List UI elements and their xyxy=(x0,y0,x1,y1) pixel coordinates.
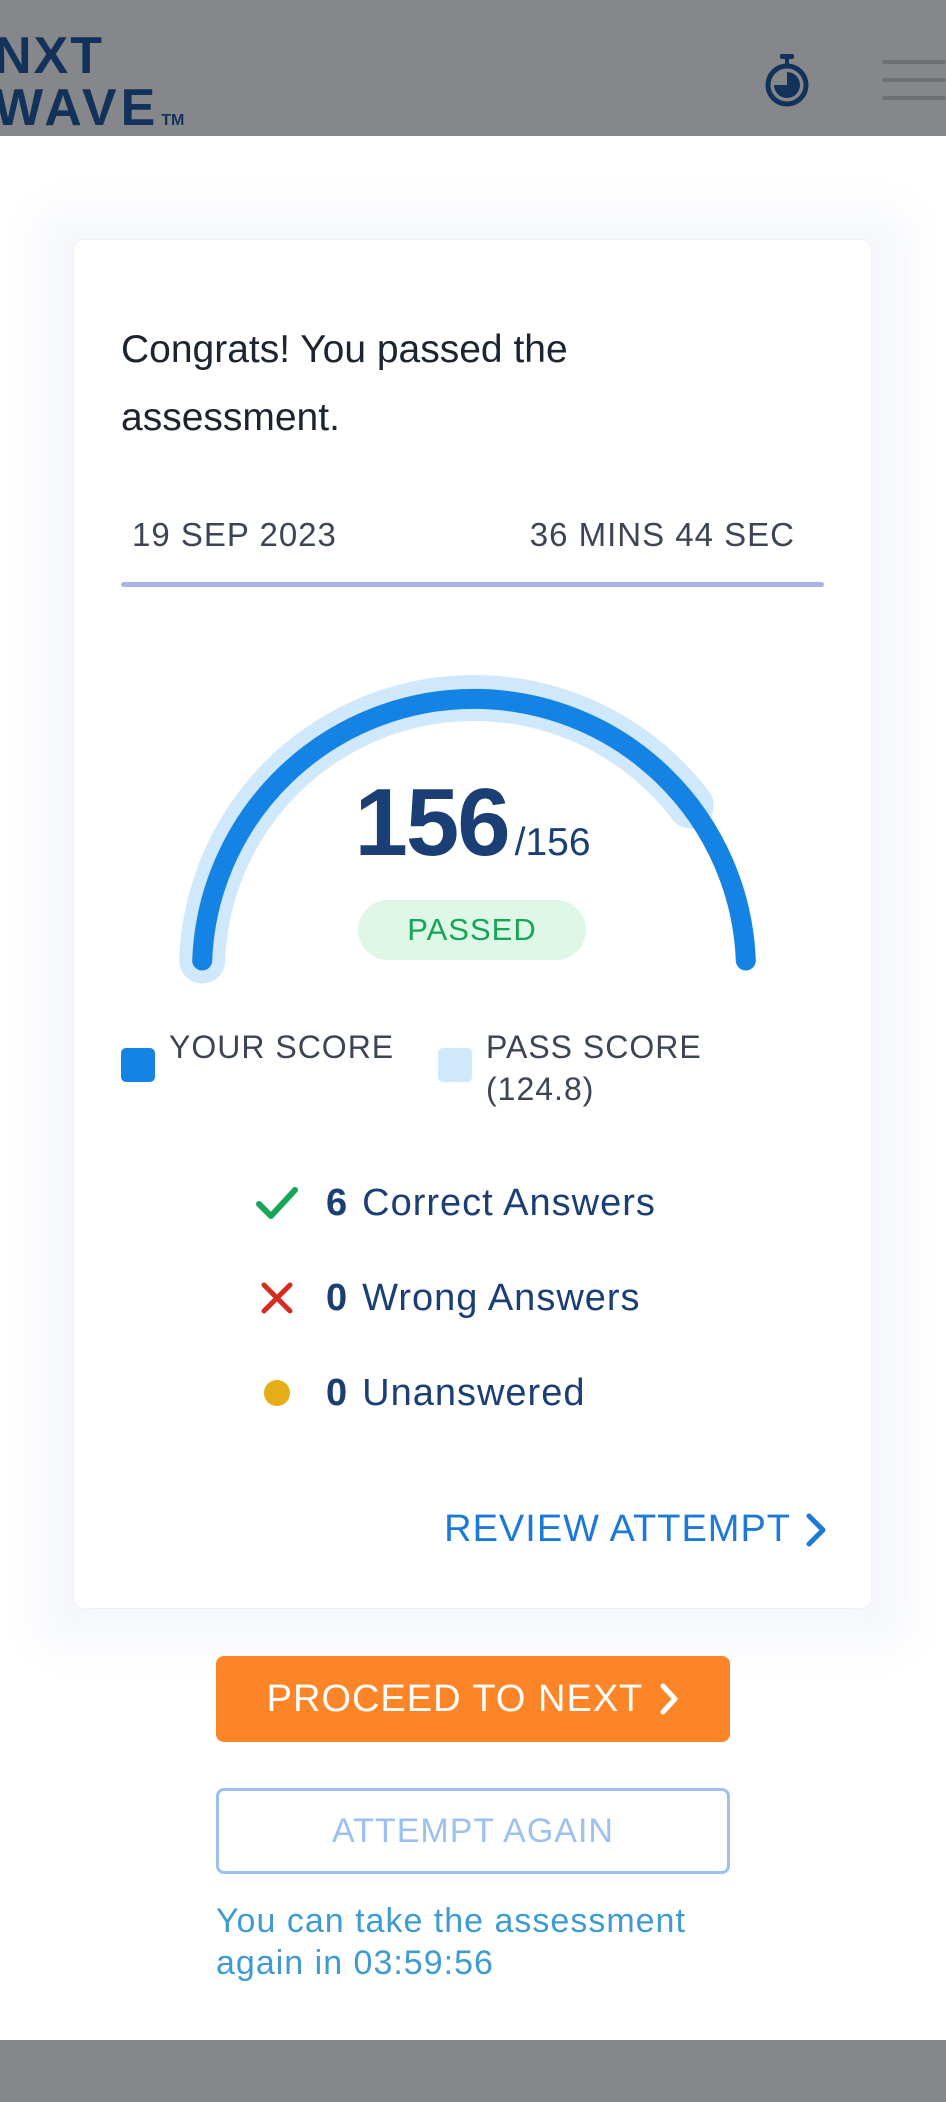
stopwatch-icon[interactable] xyxy=(760,52,814,108)
attempt-duration: 36 MINS 44 SEC xyxy=(529,516,795,553)
chevron-right-icon xyxy=(660,1683,678,1715)
score-value: 156 xyxy=(354,769,510,876)
check-icon xyxy=(254,1180,300,1226)
correct-label: Correct Answers xyxy=(362,1181,656,1224)
dot-icon xyxy=(254,1370,300,1416)
legend-your-score-label: YOUR SCORE xyxy=(169,1029,395,1065)
proceed-label: PROCEED TO NEXT xyxy=(266,1677,644,1720)
logo-line1: NXT xyxy=(0,27,104,85)
stat-unanswered: 0 Unanswered xyxy=(254,1370,585,1416)
cross-icon xyxy=(254,1275,300,1321)
review-attempt-link[interactable]: REVIEW ATTEMPT xyxy=(444,1508,827,1551)
hamburger-menu-icon[interactable] xyxy=(882,58,946,102)
wrong-label: Wrong Answers xyxy=(362,1276,641,1319)
legend-pass-score-label: PASS SCORE (124.8) xyxy=(486,1029,702,1107)
retry-countdown-note: You can take the assessment again in 03:… xyxy=(216,1902,686,1982)
score-display: 156/156 xyxy=(74,768,871,878)
bottom-bar xyxy=(0,2040,946,2102)
correct-count: 6 xyxy=(326,1181,349,1224)
legend-your-score: YOUR SCORE xyxy=(121,1026,399,1082)
logo-tm: TM xyxy=(161,112,185,129)
attempt-again-label: ATTEMPT AGAIN xyxy=(332,1811,614,1850)
top-bar: NXT WAVE TM xyxy=(0,0,946,136)
nxtwave-logo[interactable]: NXT WAVE TM xyxy=(0,30,184,147)
stat-wrong: 0 Wrong Answers xyxy=(254,1275,641,1321)
passed-badge: PASSED xyxy=(358,900,586,960)
attempt-again-button[interactable]: ATTEMPT AGAIN xyxy=(216,1788,730,1874)
logo-line2: WAVE TM xyxy=(0,82,184,147)
your-score-swatch xyxy=(121,1048,155,1082)
stat-correct: 6 Correct Answers xyxy=(254,1180,656,1226)
unanswered-count: 0 xyxy=(326,1371,349,1414)
score-total: /156 xyxy=(514,821,591,864)
result-card: Congrats! You passed the assessment. 19 … xyxy=(74,240,871,1608)
wrong-count: 0 xyxy=(326,1276,349,1319)
attempt-date: 19 SEP 2023 xyxy=(132,516,337,553)
legend-pass-score: PASS SCORE (124.8) xyxy=(438,1026,746,1110)
logo-line2-text: WAVE xyxy=(0,79,160,137)
review-attempt-label: REVIEW ATTEMPT xyxy=(444,1508,791,1550)
chevron-right-icon xyxy=(806,1513,826,1546)
divider xyxy=(121,582,824,587)
result-title: Congrats! You passed the assessment. xyxy=(121,328,568,439)
unanswered-label: Unanswered xyxy=(362,1371,586,1414)
proceed-to-next-button[interactable]: PROCEED TO NEXT xyxy=(216,1656,730,1742)
pass-score-swatch xyxy=(438,1048,472,1082)
